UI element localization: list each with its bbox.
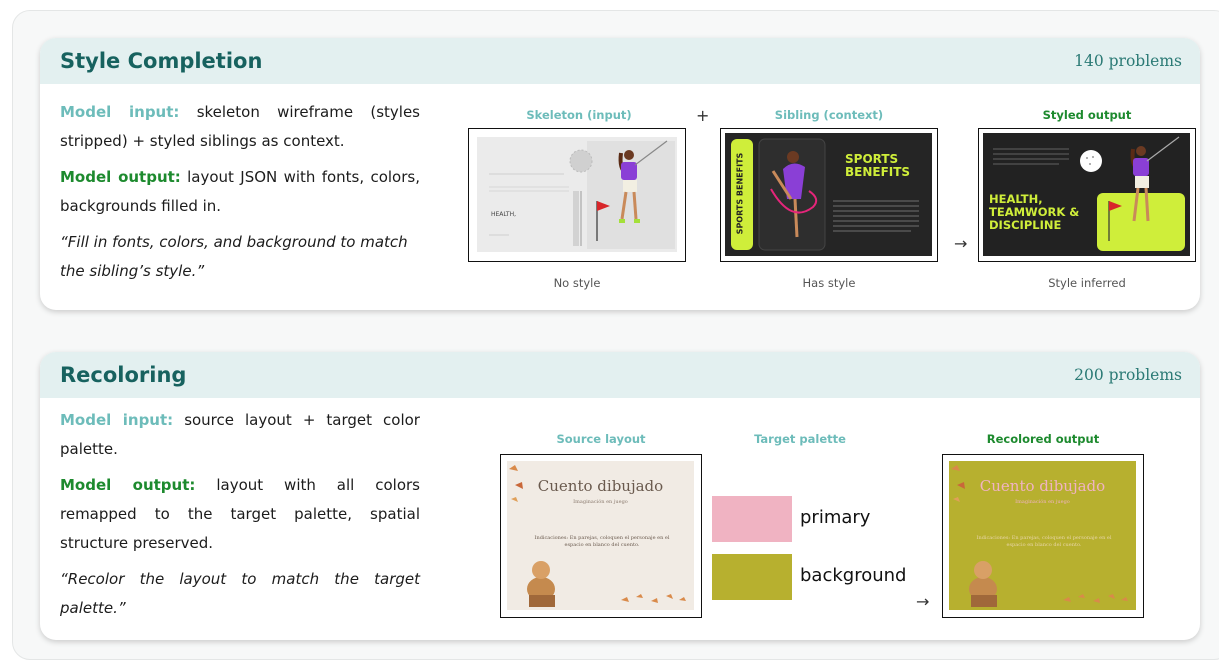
style-completion-card: Style Completion 140 problems Model inpu…: [40, 38, 1200, 310]
styled-output-headline: HEALTH, TEAMWORK & DISCIPLINE: [989, 192, 1080, 232]
card-header: Style Completion 140 problems: [40, 38, 1200, 84]
instruction-quote: “Fill in fonts, colors, and background t…: [60, 233, 408, 280]
source-layout-caption: Source layout: [556, 432, 646, 446]
background-swatch: [712, 554, 792, 600]
card-header: Recoloring 200 problems: [40, 352, 1200, 398]
recolored-slide-title: Cuento dibujado: [979, 477, 1106, 495]
skeleton-slide-graphic: [477, 137, 677, 252]
model-input-label: Model input:: [60, 103, 180, 121]
styled-output-caption: Styled output: [1042, 108, 1132, 122]
recoloring-card: Recoloring 200 problems Model input: sou…: [40, 352, 1200, 640]
problem-count: 200 problems: [1074, 366, 1182, 384]
recolored-slide-body: Indicaciones: En parejas, coloquen el pe…: [976, 535, 1112, 548]
background-swatch-label: background: [800, 565, 907, 586]
sibling-side-text: SPORTS BENEFITS: [735, 152, 745, 235]
target-palette-caption: Target palette: [754, 432, 846, 446]
source-slide-title: Cuento dibujado: [537, 477, 664, 495]
primary-swatch: [712, 496, 792, 542]
source-slide-subtitle: Imaginación en juego: [573, 499, 628, 505]
plus-sign: +: [696, 106, 710, 125]
styled-output-subcaption: Style inferred: [1048, 276, 1126, 290]
arrow-to-output: →: [954, 234, 968, 253]
arrow-to-recolored: →: [916, 592, 930, 611]
primary-swatch-label: primary: [800, 507, 871, 528]
sibling-title-text: SPORTS BENEFITS: [845, 152, 911, 179]
card-title: Style Completion: [60, 49, 263, 73]
sibling-slide-graphic: [725, 133, 932, 256]
sibling-thumbnail: SPORTS BENEFITS SPORTS BENEFITS: [720, 128, 938, 262]
card-title: Recoloring: [60, 363, 187, 387]
problem-count: 140 problems: [1074, 52, 1182, 70]
skeleton-subcaption: No style: [553, 276, 601, 290]
instruction-quote: “Recolor the layout to match the target …: [60, 570, 420, 617]
model-output-label: Model output:: [60, 168, 181, 186]
source-layout-thumbnail: Cuento dibujado Imaginación en juego Ind…: [500, 454, 702, 618]
styled-output-thumbnail: HEALTH, TEAMWORK & DISCIPLINE: [978, 128, 1196, 262]
model-input-label: Model input:: [60, 411, 174, 429]
recolored-output-caption: Recolored output: [986, 432, 1100, 446]
skeleton-caption: Skeleton (input): [526, 108, 632, 122]
task-description: Model input: source layout + target colo…: [60, 406, 420, 630]
model-output-label: Model output:: [60, 476, 196, 494]
source-slide-body: Indicaciones: En parejas, coloquen el pe…: [534, 535, 670, 548]
sibling-caption: Sibling (context): [774, 108, 884, 122]
sibling-subcaption: Has style: [802, 276, 856, 290]
skeleton-health-text: HEALTH,: [491, 211, 517, 218]
recolored-output-thumbnail: Cuento dibujado Imaginación en juego Ind…: [942, 454, 1144, 618]
recolored-slide-subtitle: Imaginación en juego: [1015, 499, 1070, 505]
skeleton-thumbnail: HEALTH,: [468, 128, 686, 262]
task-description: Model input: skeleton wireframe (styles …: [60, 98, 420, 293]
